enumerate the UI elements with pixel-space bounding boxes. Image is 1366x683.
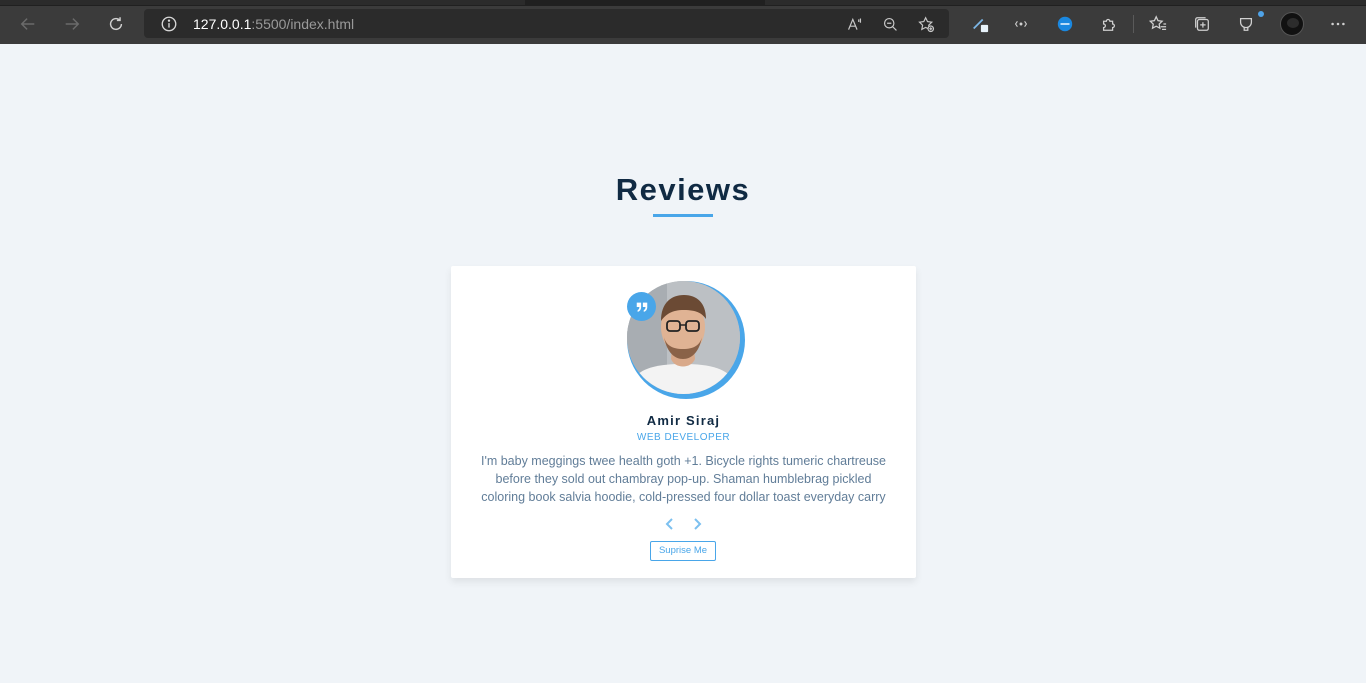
tab[interactable] [0, 0, 525, 5]
review-text: I'm baby meggings twee health goth +1. B… [480, 454, 887, 504]
url-text[interactable]: 127.0.0.1:5500/index.html [193, 16, 354, 32]
author-name: Amir Siraj [646, 413, 721, 428]
prev-button[interactable] [661, 515, 679, 533]
quote-icon [627, 292, 656, 321]
chevron-left-icon [665, 518, 673, 530]
json-extension-icon[interactable] [1051, 10, 1079, 38]
address-bar[interactable]: 127.0.0.1:5500/index.html [144, 9, 949, 38]
collections-icon[interactable] [1188, 10, 1216, 38]
section-title: Reviews [615, 172, 751, 207]
refresh-icon[interactable] [102, 10, 130, 38]
more-menu-icon[interactable] [1324, 10, 1352, 38]
favorites-icon[interactable] [1144, 10, 1172, 38]
title-underline [653, 214, 713, 217]
surprise-me-button[interactable]: Suprise Me [650, 541, 716, 561]
forward-icon[interactable] [58, 10, 86, 38]
extension-icon[interactable] [1007, 10, 1035, 38]
browser-essentials-icon[interactable] [1232, 10, 1260, 38]
review-navigation [661, 515, 707, 533]
chevron-right-icon [694, 518, 702, 530]
next-button[interactable] [688, 515, 706, 533]
page-body: Reviews Amir Siraj WEB DEVELOPER I'm bab… [0, 44, 1366, 683]
tab-strip [0, 0, 1366, 6]
url-host: 127.0.0.1 [193, 16, 252, 32]
url-path: :5500/index.html [251, 16, 355, 32]
pen-extension-icon[interactable] [966, 10, 994, 38]
site-info-icon[interactable] [160, 15, 178, 33]
back-icon[interactable] [14, 10, 42, 38]
profile-avatar[interactable] [1280, 12, 1304, 36]
review-card: Amir Siraj web developer I'm baby meggin… [451, 266, 916, 578]
browser-toolbar: 127.0.0.1:5500/index.html [0, 0, 1366, 44]
toolbar-divider [1133, 15, 1134, 33]
notification-dot [1258, 11, 1264, 17]
read-aloud-icon[interactable] [844, 14, 864, 34]
author-job: web developer [636, 432, 731, 443]
extensions-puzzle-icon[interactable] [1095, 10, 1123, 38]
zoom-out-icon[interactable] [880, 14, 900, 34]
add-favorite-icon[interactable] [916, 14, 936, 34]
tab[interactable] [765, 0, 1366, 5]
